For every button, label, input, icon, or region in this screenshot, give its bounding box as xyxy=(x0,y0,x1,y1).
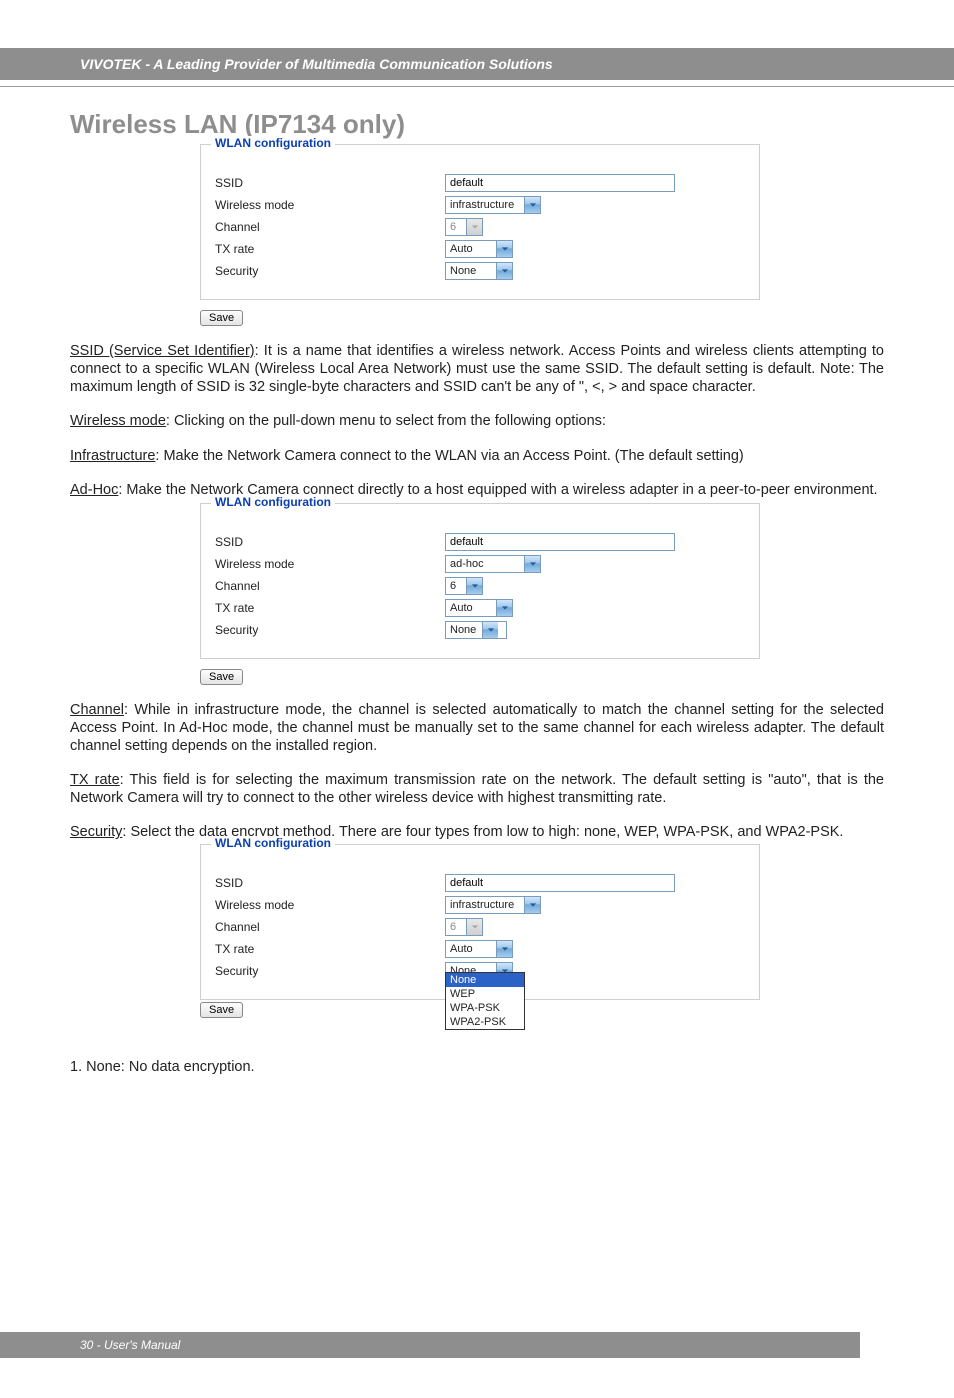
wireless-mode-select[interactable]: infrastructure xyxy=(445,196,541,214)
txrate-value: Auto xyxy=(446,243,496,255)
encryption-item-1: 1. None: No data encryption. xyxy=(70,1058,884,1076)
save-button[interactable]: Save xyxy=(200,310,243,326)
wireless-mode-label: Wireless mode xyxy=(215,898,445,912)
adhoc-paragraph: Ad-Hoc: Make the Network Camera connect … xyxy=(70,481,884,499)
security-option-none[interactable]: None xyxy=(446,973,524,987)
txrate-value: Auto xyxy=(446,943,496,955)
txrate-select[interactable]: Auto xyxy=(445,940,513,958)
wireless-mode-value: ad-hoc xyxy=(446,558,524,570)
page-title: Wireless LAN (IP7134 only) xyxy=(70,109,884,140)
wireless-mode-label: Wireless mode xyxy=(215,557,445,571)
txrate-select[interactable]: Auto xyxy=(445,599,513,617)
wireless-mode-value: infrastructure xyxy=(446,899,524,911)
wlan-config-panel-2: WLAN configuration SSID Wireless mode ad… xyxy=(200,503,760,659)
security-term: Security xyxy=(70,824,122,840)
security-dropdown-list[interactable]: None WEP WPA-PSK WPA2-PSK xyxy=(445,972,525,1030)
page-footer: 30 - User's Manual xyxy=(0,1332,860,1358)
security-label: Security xyxy=(215,623,445,637)
txrate-term: TX rate xyxy=(70,772,120,788)
chevron-down-icon xyxy=(496,600,512,616)
ssid-input[interactable] xyxy=(445,174,675,192)
txrate-select[interactable]: Auto xyxy=(445,240,513,258)
fieldset-legend: WLAN configuration xyxy=(211,136,335,150)
infra-term: Infrastructure xyxy=(70,448,155,464)
channel-select[interactable]: 6 xyxy=(445,577,483,595)
channel-label: Channel xyxy=(215,920,445,934)
chevron-down-icon xyxy=(466,919,482,935)
txrate-label: TX rate xyxy=(215,942,445,956)
channel-value: 6 xyxy=(446,921,466,933)
chevron-down-icon xyxy=(496,941,512,957)
security-option-wep[interactable]: WEP xyxy=(446,987,524,1001)
page-header: VIVOTEK - A Leading Provider of Multimed… xyxy=(0,48,954,80)
chevron-down-icon xyxy=(524,556,540,572)
chevron-down-icon xyxy=(524,197,540,213)
channel-value: 6 xyxy=(446,580,466,592)
txrate-label: TX rate xyxy=(215,242,445,256)
wmode-paragraph: Wireless mode: Clicking on the pull-down… xyxy=(70,412,884,430)
chevron-down-icon xyxy=(466,578,482,594)
ssid-paragraph: SSID (Service Set Identifier): It is a n… xyxy=(70,342,884,396)
wireless-mode-select[interactable]: infrastructure xyxy=(445,896,541,914)
wireless-mode-label: Wireless mode xyxy=(215,198,445,212)
txrate-label: TX rate xyxy=(215,601,445,615)
divider xyxy=(0,86,954,87)
security-select[interactable]: None xyxy=(445,262,513,280)
save-button[interactable]: Save xyxy=(200,669,243,685)
adhoc-term: Ad-Hoc xyxy=(70,482,118,498)
ssid-label: SSID xyxy=(215,535,445,549)
wlan-config-panel-1: WLAN configuration SSID Wireless mode in… xyxy=(200,144,760,300)
infra-paragraph: Infrastructure: Make the Network Camera … xyxy=(70,447,884,465)
channel-label: Channel xyxy=(215,220,445,234)
wmode-desc: : Clicking on the pull-down menu to sele… xyxy=(166,413,606,429)
chevron-down-icon xyxy=(524,897,540,913)
fieldset-legend: WLAN configuration xyxy=(211,495,335,509)
channel-value: 6 xyxy=(446,221,466,233)
infra-desc: : Make the Network Camera connect to the… xyxy=(155,448,743,464)
channel-label: Channel xyxy=(215,579,445,593)
ssid-input[interactable] xyxy=(445,874,675,892)
page-content: Wireless LAN (IP7134 only) WLAN configur… xyxy=(0,109,954,1076)
security-value: None xyxy=(446,624,482,636)
security-label: Security xyxy=(215,964,445,978)
chevron-down-icon xyxy=(496,241,512,257)
channel-desc: : While in infrastructure mode, the chan… xyxy=(70,702,884,754)
ssid-label: SSID xyxy=(215,876,445,890)
channel-paragraph: Channel: While in infrastructure mode, t… xyxy=(70,701,884,755)
security-select[interactable]: None xyxy=(445,621,507,639)
security-paragraph: Security: Select the data encrypt method… xyxy=(70,823,884,841)
channel-term: Channel xyxy=(70,702,124,718)
security-label: Security xyxy=(215,264,445,278)
txrate-desc: : This field is for selecting the maximu… xyxy=(70,772,884,806)
wireless-mode-select[interactable]: ad-hoc xyxy=(445,555,541,573)
save-button[interactable]: Save xyxy=(200,1002,243,1018)
chevron-down-icon xyxy=(496,263,512,279)
ssid-label: SSID xyxy=(215,176,445,190)
txrate-paragraph: TX rate: This field is for selecting the… xyxy=(70,771,884,807)
wlan-fieldset: WLAN configuration SSID Wireless mode ad… xyxy=(200,503,760,659)
chevron-down-icon xyxy=(482,622,498,638)
security-option-wpa2psk[interactable]: WPA2-PSK xyxy=(446,1015,524,1029)
ssid-term: SSID (Service Set Identifier) xyxy=(70,343,255,359)
chevron-down-icon xyxy=(466,219,482,235)
channel-select: 6 xyxy=(445,218,483,236)
security-option-wpapsk[interactable]: WPA-PSK xyxy=(446,1001,524,1015)
wmode-term: Wireless mode xyxy=(70,413,166,429)
txrate-value: Auto xyxy=(446,602,496,614)
wlan-fieldset: WLAN configuration SSID Wireless mode in… xyxy=(200,144,760,300)
ssid-input[interactable] xyxy=(445,533,675,551)
fieldset-legend: WLAN configuration xyxy=(211,836,335,850)
wireless-mode-value: infrastructure xyxy=(446,199,524,211)
wlan-config-panel-3: WLAN configuration SSID Wireless mode in… xyxy=(200,844,760,1000)
brand-text: VIVOTEK - A Leading Provider of Multimed… xyxy=(80,56,553,72)
security-value: None xyxy=(446,265,496,277)
channel-select: 6 xyxy=(445,918,483,936)
